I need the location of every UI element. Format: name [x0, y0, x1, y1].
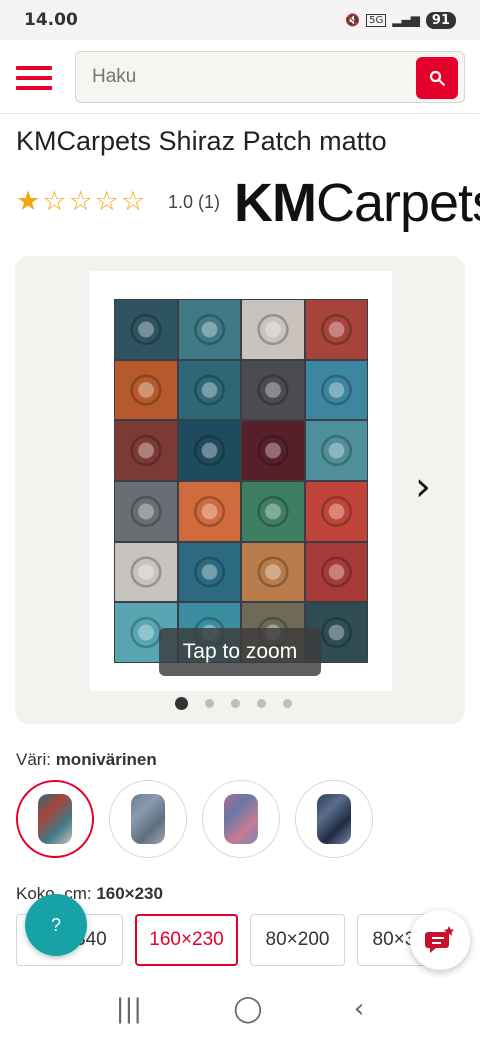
gallery-dot[interactable] — [231, 699, 240, 708]
rug-tile — [305, 482, 367, 541]
rug-tile — [242, 421, 304, 480]
gallery-dot[interactable] — [175, 697, 188, 710]
rug-tile — [305, 421, 367, 480]
gallery-pagination[interactable] — [175, 697, 292, 710]
rug-tile — [115, 360, 177, 420]
recent-apps-icon[interactable]: ||| — [116, 994, 142, 1024]
battery-indicator: 91 — [425, 11, 456, 29]
rug-tile — [115, 482, 177, 541]
search-input[interactable] — [92, 66, 392, 88]
star-empty-icon: ☆ — [94, 186, 119, 217]
rug-tile — [178, 360, 240, 420]
site-header — [0, 40, 480, 114]
brand-logo[interactable]: KMCarpets — [234, 174, 480, 234]
gallery-dot[interactable] — [257, 699, 266, 708]
rug-pattern — [114, 299, 368, 663]
rug-tile — [178, 421, 240, 480]
color-swatch-blue-dark[interactable] — [295, 780, 373, 858]
status-icons: 🔇 5G ▂▄▆ 91 — [345, 11, 456, 29]
rating-stars[interactable]: ★ ☆ ☆ ☆ ☆ — [16, 188, 145, 216]
rug-tile — [115, 300, 177, 359]
rug-tile — [242, 482, 304, 541]
back-icon[interactable]: ‹ — [354, 994, 364, 1024]
rug-tile — [115, 542, 177, 602]
search-box — [75, 51, 465, 103]
status-bar: 14.00 🔇 5G ▂▄▆ 91 — [0, 0, 480, 40]
star-empty-icon: ☆ — [120, 186, 146, 217]
rating-value: 1.0 — [168, 192, 194, 212]
size-option-selected[interactable]: 160×230 — [135, 914, 238, 966]
star-empty-icon: ☆ — [68, 186, 93, 217]
home-icon[interactable]: ◯ — [233, 994, 262, 1024]
color-swatch-pink-blue[interactable] — [202, 780, 280, 858]
gallery-dot[interactable] — [205, 699, 214, 708]
rating-row: ★ ☆ ☆ ☆ ☆ 1.0 (1) KMCarpets — [16, 174, 480, 234]
product-gallery[interactable]: › Tap to zoom — [15, 256, 465, 724]
zoom-hint: Tap to zoom — [159, 628, 321, 676]
rug-tile — [178, 482, 240, 541]
color-label: Väri: monivärinen — [16, 750, 157, 769]
network-label: 5G — [366, 13, 387, 27]
chat-button[interactable] — [410, 910, 470, 970]
rug-tile — [242, 360, 304, 420]
size-value: 160×230 — [96, 884, 163, 903]
signal-icon: ▂▄▆ — [392, 13, 420, 27]
color-swatch-multicolor[interactable] — [16, 780, 94, 858]
rug-tile — [242, 542, 304, 602]
rug-tile — [305, 300, 367, 359]
rug-tile — [115, 421, 177, 480]
size-option[interactable]: 80×200 — [250, 914, 345, 966]
rug-tile — [178, 300, 240, 359]
rug-tile — [305, 542, 367, 602]
status-time: 14.00 — [24, 10, 78, 30]
gallery-dot[interactable] — [283, 699, 292, 708]
menu-icon[interactable] — [16, 66, 52, 90]
next-image-chevron-icon[interactable]: › — [415, 464, 431, 510]
color-value: monivärinen — [55, 750, 157, 769]
system-nav-bar: ||| ◯ ‹ — [0, 978, 480, 1040]
color-swatch-grey-blue[interactable] — [109, 780, 187, 858]
star-filled-icon: ★ — [16, 186, 41, 217]
rug-tile — [305, 360, 367, 420]
mute-icon: 🔇 — [345, 13, 361, 27]
rug-tile — [178, 542, 240, 602]
search-button[interactable] — [416, 57, 458, 99]
rating-count[interactable]: (1) — [198, 192, 220, 213]
help-button[interactable]: ? — [25, 894, 87, 956]
chat-icon — [425, 926, 455, 953]
color-swatches — [16, 780, 373, 858]
product-title: KMCarpets Shiraz Patch matto — [16, 126, 387, 156]
search-icon — [429, 70, 445, 86]
rug-tile — [242, 300, 304, 359]
star-empty-icon: ☆ — [42, 186, 67, 217]
